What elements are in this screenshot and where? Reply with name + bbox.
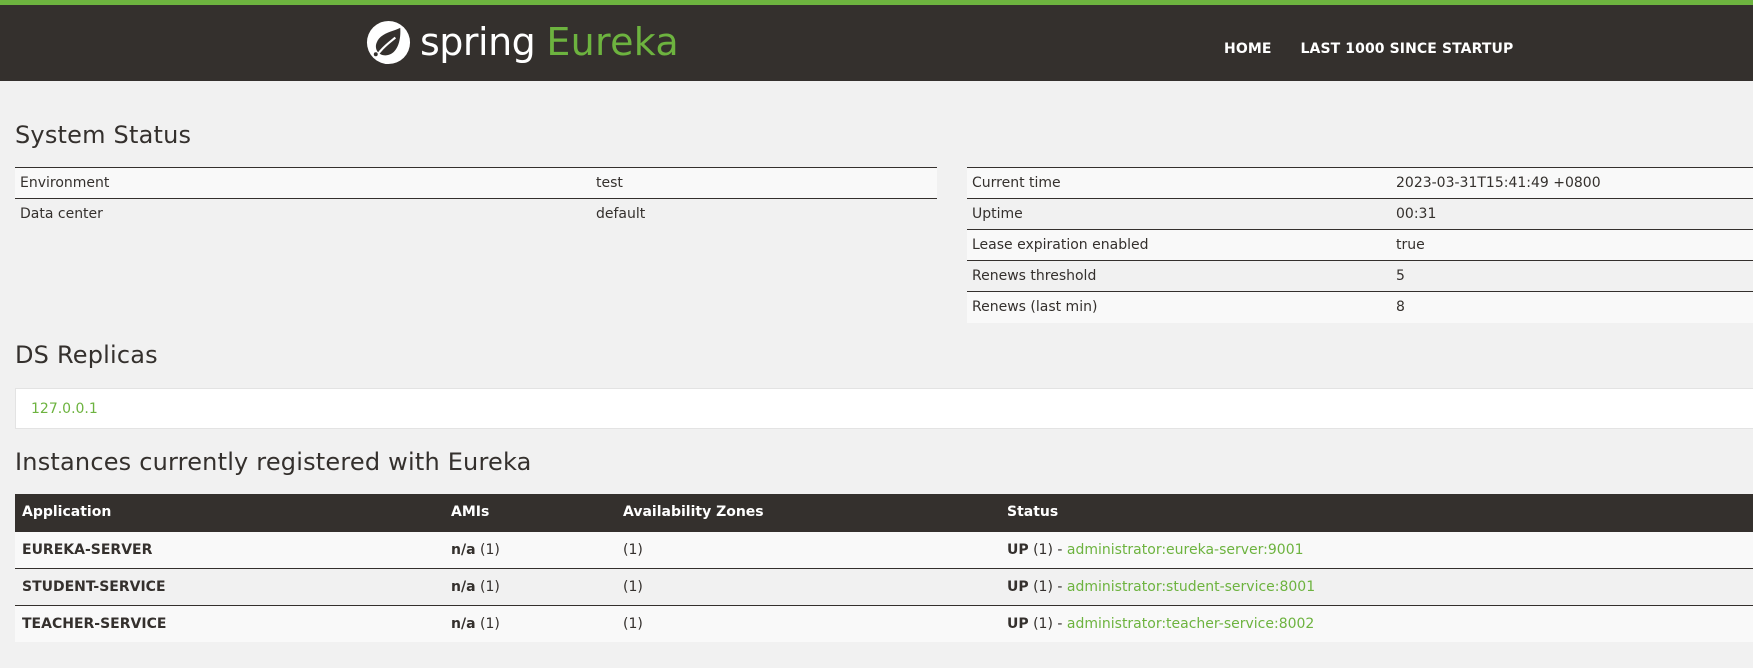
status-up: UP [1007, 578, 1029, 595]
ds-replicas-list: 127.0.0.1 [15, 388, 1753, 429]
nav-last-1000-link[interactable]: LAST 1000 SINCE STARTUP [1301, 41, 1514, 57]
status-key: Current time [967, 167, 1391, 199]
zones-cell: (1) [616, 604, 1000, 642]
instance-link[interactable]: administrator:eureka-server:9001 [1067, 542, 1304, 558]
status-cell: UP (1) - administrator:student-service:8… [1000, 567, 1753, 605]
status-key: Environment [15, 167, 591, 199]
ami-count: (1) [479, 578, 500, 595]
status-cell: UP (1) - administrator:eureka-server:900… [1000, 530, 1753, 568]
zones-cell: (1) [616, 567, 1000, 605]
logo-spring-text: spring [420, 20, 536, 64]
ami-cell: n/a (1) [444, 604, 616, 642]
ami-cell: n/a (1) [444, 530, 616, 568]
column-header-amis: AMIs [444, 494, 616, 531]
status-value: 5 [1391, 260, 1753, 292]
status-cell: UP (1) - administrator:teacher-service:8… [1000, 604, 1753, 642]
ami-value: n/a [451, 615, 476, 632]
instances-heading: Instances currently registered with Eure… [15, 448, 532, 476]
table-row: EUREKA-SERVER n/a (1) (1) UP (1) - admin… [15, 530, 1753, 568]
main-nav: HOME LAST 1000 SINCE STARTUP [1224, 41, 1542, 57]
application-name: STUDENT-SERVICE [15, 567, 444, 605]
ami-value: n/a [451, 578, 476, 595]
application-name: EUREKA-SERVER [15, 530, 444, 568]
spring-eureka-logo[interactable]: spring Eureka [365, 17, 679, 67]
ami-cell: n/a (1) [444, 567, 616, 605]
system-status-heading: System Status [15, 121, 192, 149]
application-name: TEACHER-SERVICE [15, 604, 444, 642]
table-row: STUDENT-SERVICE n/a (1) (1) UP (1) - adm… [15, 567, 1753, 605]
column-header-application: Application [15, 494, 444, 531]
status-up: UP [1007, 541, 1029, 558]
status-value: 8 [1391, 291, 1753, 323]
status-row: Renews (last min) 8 [967, 291, 1753, 323]
status-key: Data center [15, 198, 591, 230]
zones-cell: (1) [616, 530, 1000, 568]
status-row: Lease expiration enabled true [967, 229, 1753, 261]
status-row: Uptime 00:31 [967, 198, 1753, 230]
status-count: (1) - [1033, 578, 1063, 595]
status-value: true [1391, 229, 1753, 261]
spring-leaf-icon [366, 20, 411, 64]
status-row: Data center default [15, 198, 937, 230]
replica-link[interactable]: 127.0.0.1 [31, 401, 98, 417]
ami-count: (1) [479, 541, 500, 558]
status-count: (1) - [1033, 615, 1063, 632]
status-value: test [591, 167, 937, 199]
status-row: Renews threshold 5 [967, 260, 1753, 292]
column-header-status: Status [1000, 494, 1753, 531]
ami-value: n/a [451, 541, 476, 558]
status-key: Lease expiration enabled [967, 229, 1391, 261]
ds-replicas-heading: DS Replicas [15, 341, 158, 369]
table-row: TEACHER-SERVICE n/a (1) (1) UP (1) - adm… [15, 604, 1753, 642]
instance-link[interactable]: administrator:teacher-service:8002 [1067, 616, 1314, 632]
status-up: UP [1007, 615, 1029, 632]
status-row: Environment test [15, 167, 937, 199]
system-status-left-table: Environment test Data center default [15, 167, 937, 230]
logo-eureka-text: Eureka [546, 20, 679, 64]
instance-link[interactable]: administrator:student-service:8001 [1067, 579, 1315, 595]
status-key: Uptime [967, 198, 1391, 230]
ami-count: (1) [479, 615, 500, 632]
status-value: default [591, 198, 937, 230]
status-key: Renews (last min) [967, 291, 1391, 323]
top-navbar: spring Eureka HOME LAST 1000 SINCE START… [0, 0, 1753, 81]
status-key: Renews threshold [967, 260, 1391, 292]
status-value: 2023-03-31T15:41:49 +0800 [1391, 167, 1753, 199]
nav-home-link[interactable]: HOME [1224, 41, 1272, 57]
instances-header-row: Application AMIs Availability Zones Stat… [15, 494, 1753, 531]
instances-table: Application AMIs Availability Zones Stat… [15, 494, 1753, 642]
status-row: Current time 2023-03-31T15:41:49 +0800 [967, 167, 1753, 199]
column-header-availability-zones: Availability Zones [616, 494, 1000, 531]
system-status-right-table: Current time 2023-03-31T15:41:49 +0800 U… [967, 167, 1753, 323]
status-value: 00:31 [1391, 198, 1753, 230]
status-count: (1) - [1033, 541, 1063, 558]
